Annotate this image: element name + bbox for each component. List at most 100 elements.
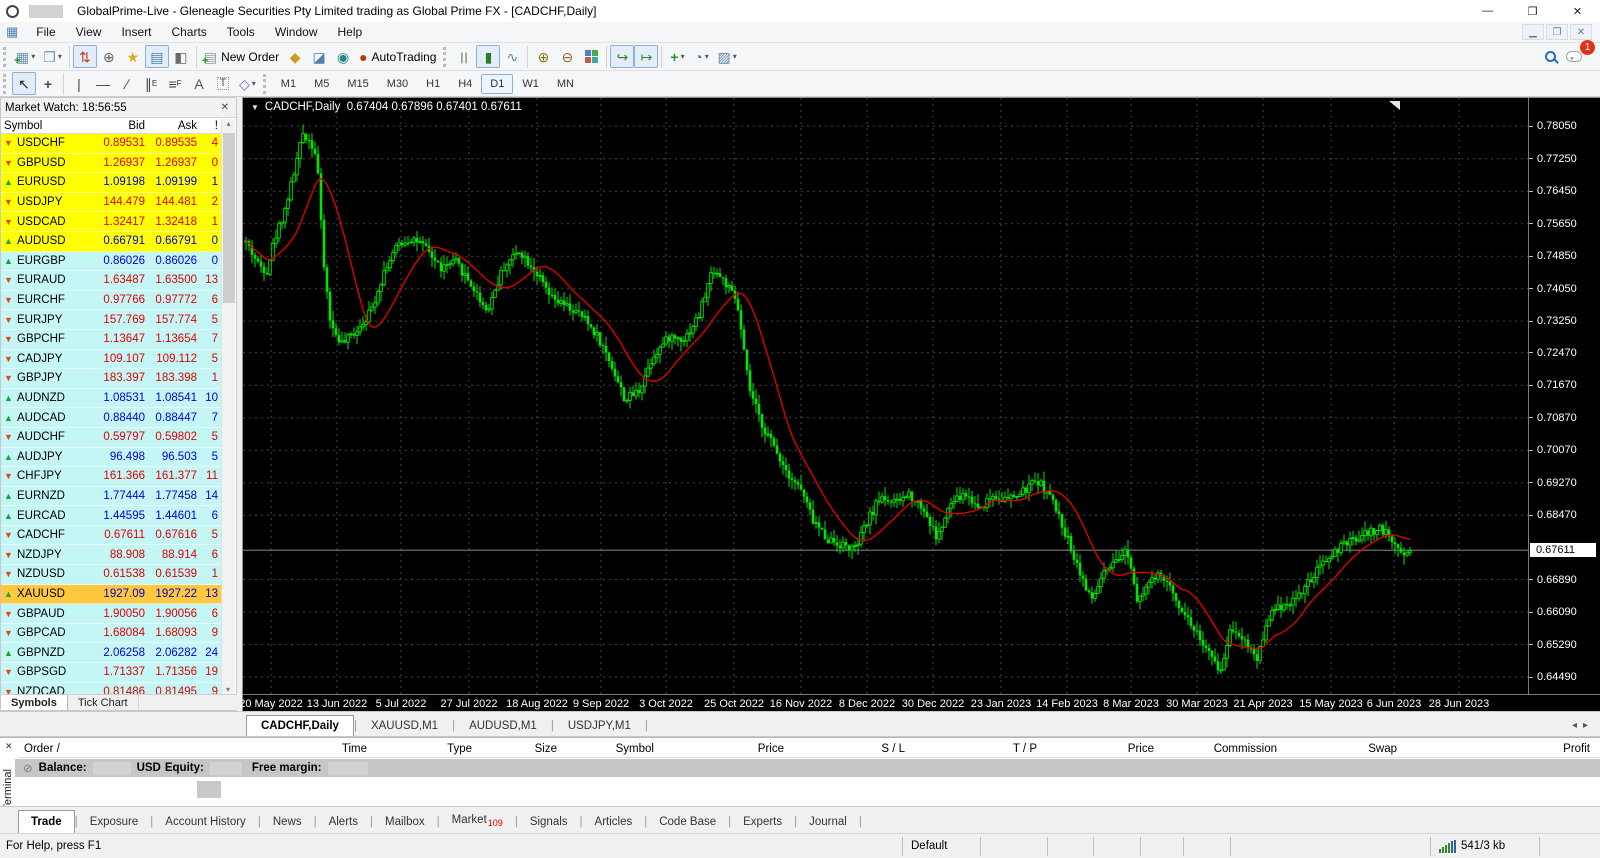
- zoom-out-button[interactable]: ⊖: [555, 45, 579, 68]
- close-button[interactable]: ✕: [1555, 0, 1600, 22]
- symbol-row-usdcad[interactable]: ▼ USDCAD 1.32417 1.32418 1: [1, 212, 223, 232]
- terminal-column-order[interactable]: Order /: [18, 743, 158, 755]
- symbol-row-audjpy[interactable]: ▲ AUDJPY 96.498 96.503 5: [1, 447, 223, 468]
- tab-scroll-left-icon[interactable]: ◂: [1572, 720, 1577, 731]
- timeframe-m15[interactable]: M15: [338, 74, 377, 94]
- symbol-row-audchf[interactable]: ▼ AUDCHF 0.59797 0.59802 5: [1, 427, 223, 448]
- text-tool[interactable]: A: [187, 72, 211, 95]
- terminal-tab-articles[interactable]: Articles: [583, 811, 645, 833]
- symbol-row-xauusd[interactable]: ▲ XAUUSD 1927.09 1927.22 13: [1, 584, 223, 605]
- symbol-row-gbpchf[interactable]: ▼ GBPCHF 1.13647 1.13654 7: [1, 329, 223, 350]
- chart-shift-toggle[interactable]: ↦: [634, 45, 659, 68]
- symbol-row-nzdjpy[interactable]: ▼ NZDJPY 88.908 88.914 6: [1, 545, 223, 566]
- status-profile[interactable]: Default: [902, 836, 980, 856]
- symbol-row-gbpjpy[interactable]: ▼ GBPJPY 183.397 183.398 1: [1, 369, 223, 389]
- chart-tab-cadchf-daily[interactable]: CADCHF,Daily: [246, 715, 354, 736]
- strategy-tester-button[interactable]: ◧: [169, 45, 193, 68]
- symbol-row-chfjpy[interactable]: ▼ CHFJPY 161.366 161.377 11: [1, 467, 223, 487]
- symbol-row-eurgbp[interactable]: ▲ EURGBP 0.86026 0.86026 0: [1, 251, 223, 272]
- chart-window[interactable]: ▼ CADCHF,Daily 0.67404 0.67896 0.67401 0.…: [239, 97, 1600, 712]
- terminal-tab-code-base[interactable]: Code Base: [647, 811, 728, 833]
- candlestick-chart-button[interactable]: ▮: [476, 45, 501, 68]
- symbol-row-usdjpy[interactable]: ▼ USDJPY 144.479 144.481 2: [1, 192, 223, 213]
- symbol-row-gbpaud[interactable]: ▼ GBPAUD 1.90050 1.90056 6: [1, 604, 223, 624]
- terminal-toggle[interactable]: ▤: [144, 45, 169, 68]
- symbol-row-eurjpy[interactable]: ▼ EURJPY 157.769 157.774 5: [1, 310, 223, 330]
- chart-tab-xauusd-m1[interactable]: XAUUSD,M1: [357, 716, 452, 736]
- chart-tab-audusd-m1[interactable]: AUDUSD,M1: [455, 716, 551, 736]
- market-watch-toggle[interactable]: ⇅: [72, 45, 97, 68]
- signals-broadcast-button[interactable]: ◉: [331, 45, 355, 68]
- symbol-row-eurchf[interactable]: ▼ EURCHF 0.97766 0.97772 6: [1, 290, 223, 311]
- channel-tool[interactable]: ∥ E: [139, 72, 163, 95]
- terminal-column-sl[interactable]: S / L: [790, 743, 911, 755]
- terminal-column-size[interactable]: Size: [478, 743, 563, 755]
- scroll-down-icon[interactable]: ▾: [226, 685, 230, 694]
- menu-file[interactable]: File: [26, 23, 65, 41]
- symbol-row-gbpnzd[interactable]: ▲ GBPNZD 2.06258 2.06282 24: [1, 643, 223, 664]
- profiles-button[interactable]: ❐ ▾: [39, 45, 66, 68]
- symbol-row-nzdusd[interactable]: ▼ NZDUSD 0.61538 0.61539 1: [1, 565, 223, 585]
- mdi-close-button[interactable]: ✕: [1570, 24, 1592, 40]
- symbol-row-eurusd[interactable]: ▲ EURUSD 1.09198 1.09199 1: [1, 173, 223, 193]
- market-watch-scrollbar[interactable]: ▴ ▾: [221, 119, 235, 695]
- periods-dropdown[interactable]: ◔ ▾: [689, 45, 713, 68]
- templates-dropdown[interactable]: ▨ ▾: [713, 45, 740, 68]
- mdi-minimize-button[interactable]: ▁: [1522, 24, 1544, 40]
- menu-help[interactable]: Help: [328, 23, 373, 41]
- menu-view[interactable]: View: [66, 23, 112, 41]
- terminal-tab-market[interactable]: Market109: [440, 809, 515, 833]
- horizontal-line-tool[interactable]: —: [91, 72, 115, 95]
- trendline-tool[interactable]: ∕: [115, 72, 139, 95]
- terminal-column-price[interactable]: Price: [1043, 743, 1160, 755]
- chart-menu-arrow-icon[interactable]: ▼: [251, 103, 259, 112]
- vertical-line-tool[interactable]: |: [67, 72, 91, 95]
- symbol-row-euraud[interactable]: ▼ EURAUD 1.63487 1.63500 13: [1, 271, 223, 291]
- terminal-column-type[interactable]: Type: [373, 743, 478, 755]
- menu-window[interactable]: Window: [265, 23, 328, 41]
- scroll-up-icon[interactable]: ▴: [226, 119, 230, 128]
- symbol-row-audcad[interactable]: ▲ AUDCAD 0.88440 0.88447 7: [1, 408, 223, 428]
- line-chart-button[interactable]: ∿: [500, 45, 524, 68]
- search-button[interactable]: [1538, 45, 1562, 68]
- column-header-ask[interactable]: Ask: [149, 120, 201, 132]
- symbol-row-audusd[interactable]: ▲ AUDUSD 0.66791 0.66791 0: [1, 231, 223, 252]
- auto-scroll-toggle[interactable]: ↪: [610, 45, 635, 68]
- terminal-tab-journal[interactable]: Journal: [797, 811, 859, 833]
- market-watch-tab-tick-chart[interactable]: Tick Chart: [68, 695, 139, 710]
- indicators-dropdown[interactable]: + ▾: [665, 45, 689, 68]
- column-header-symbol[interactable]: Symbol: [1, 120, 89, 132]
- toolbar-grip[interactable]: [262, 73, 268, 94]
- terminal-column-commission[interactable]: Commission: [1160, 743, 1283, 755]
- symbol-row-gbpusd[interactable]: ▼ GBPUSD 1.26937 1.26937 0: [1, 153, 223, 174]
- terminal-tab-mailbox[interactable]: Mailbox: [373, 811, 437, 833]
- tab-scroll-right-icon[interactable]: ▸: [1583, 720, 1588, 731]
- text-label-tool[interactable]: T: [211, 72, 235, 95]
- terminal-column-time[interactable]: Time: [158, 743, 373, 755]
- menu-tools[interactable]: Tools: [217, 23, 265, 41]
- mdi-restore-button[interactable]: ❐: [1546, 24, 1568, 40]
- terminal-tab-signals[interactable]: Signals: [518, 811, 580, 833]
- timeframe-d1[interactable]: D1: [481, 73, 514, 94]
- price-chart[interactable]: [243, 98, 1528, 694]
- terminal-tab-alerts[interactable]: Alerts: [317, 811, 370, 833]
- terminal-column-tp[interactable]: T / P: [911, 743, 1043, 755]
- cursor-tool[interactable]: ↖: [12, 72, 36, 95]
- symbol-row-gbpsgd[interactable]: ▼ GBPSGD 1.71337 1.71356 19: [1, 663, 223, 683]
- restore-button[interactable]: ❐: [1510, 0, 1555, 22]
- expert-advisors-button[interactable]: ◪: [307, 45, 331, 68]
- column-header-![interactable]: !: [201, 120, 223, 132]
- toolbar-grip[interactable]: [443, 46, 448, 67]
- chart-document-icon[interactable]: ▦: [6, 24, 18, 40]
- terminal-tab-trade[interactable]: Trade: [18, 810, 75, 833]
- arrows-dropdown[interactable]: ◇ ▾: [235, 72, 260, 95]
- fibonacci-tool[interactable]: ≡ F: [163, 72, 187, 95]
- timeframe-w1[interactable]: W1: [513, 74, 548, 94]
- market-watch-tab-symbols[interactable]: Symbols: [1, 695, 68, 710]
- autotrading-button[interactable]: ● AutoTrading: [355, 45, 440, 68]
- new-order-button[interactable]: ▤ + New Order: [200, 45, 283, 68]
- column-header-bid[interactable]: Bid: [89, 120, 149, 132]
- tile-windows-button[interactable]: [579, 45, 603, 68]
- symbol-row-usdchf[interactable]: ▼ USDCHF 0.89531 0.89535 4: [1, 134, 223, 154]
- notifications-button[interactable]: 1: [1562, 40, 1595, 68]
